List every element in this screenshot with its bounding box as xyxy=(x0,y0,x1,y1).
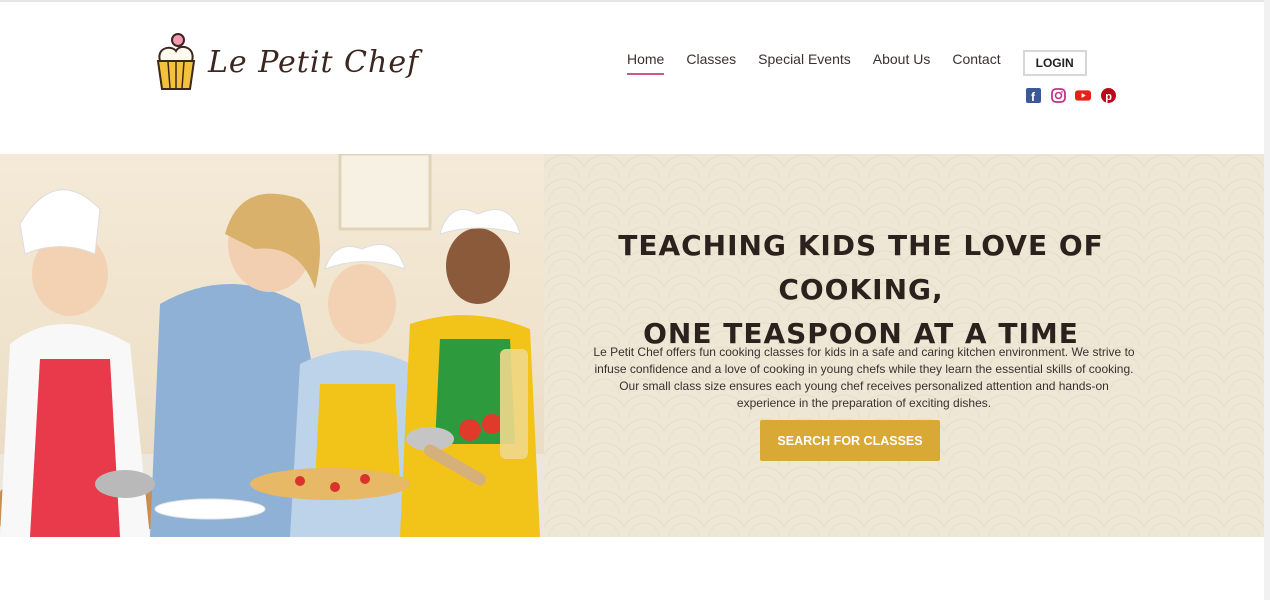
nav-special-events[interactable]: Special Events xyxy=(758,51,851,75)
hero-photo-kids-cooking xyxy=(0,154,544,537)
hero-headline: TEACHING KIDS THE LOVE OF COOKING, ONE T… xyxy=(544,224,1178,356)
main-nav: Home Classes Special Events About Us Con… xyxy=(616,50,1087,76)
login-button[interactable]: LOGIN xyxy=(1022,50,1087,76)
brand-name: Le Petit Chef xyxy=(208,44,420,80)
top-border xyxy=(0,0,1270,2)
nav-classes[interactable]: Classes xyxy=(686,51,736,75)
scrollbar-track[interactable] xyxy=(1264,0,1270,600)
site-logo[interactable]: Le Petit Chef xyxy=(150,30,419,94)
facebook-icon[interactable]: f xyxy=(1025,87,1041,103)
search-for-classes-button[interactable]: SEARCH FOR CLASSES xyxy=(760,420,940,461)
hero-section: TEACHING KIDS THE LOVE OF COOKING, ONE T… xyxy=(0,154,1270,537)
nav-contact[interactable]: Contact xyxy=(952,51,1000,75)
hero-description: Le Petit Chef offers fun cooking classes… xyxy=(593,345,1135,410)
nav-about-us[interactable]: About Us xyxy=(873,51,931,75)
svg-text:p: p xyxy=(1105,91,1112,103)
hero-headline-line-1: TEACHING KIDS THE LOVE OF COOKING, xyxy=(618,229,1104,306)
cupcake-icon xyxy=(156,33,196,90)
instagram-icon[interactable] xyxy=(1050,87,1066,103)
social-links: f p xyxy=(1025,87,1116,103)
youtube-icon[interactable] xyxy=(1075,87,1091,103)
nav-home[interactable]: Home xyxy=(627,51,665,75)
pinterest-icon[interactable]: p xyxy=(1100,87,1116,103)
